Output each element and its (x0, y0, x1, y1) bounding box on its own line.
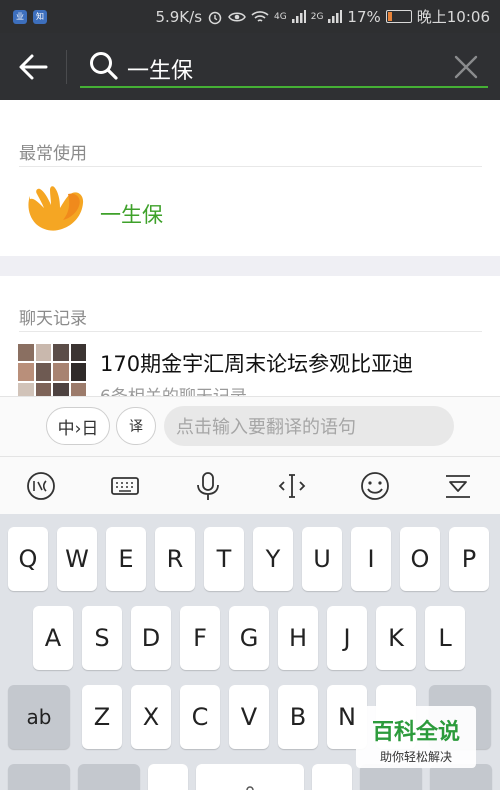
signal-icon (328, 10, 343, 23)
search-icon (90, 52, 118, 80)
frequent-section-label: 最常使用 (19, 144, 87, 164)
voice-input-icon (246, 786, 254, 790)
cursor-move-icon[interactable] (275, 470, 309, 502)
key-o[interactable]: O (400, 527, 440, 591)
microphone-icon[interactable] (191, 470, 225, 502)
search-input[interactable]: 一生保 (127, 53, 193, 85)
frequent-app-name[interactable]: 一生保 (100, 199, 163, 229)
key-a[interactable]: A (33, 606, 73, 670)
keyboard-icon[interactable] (108, 470, 142, 502)
comma-key[interactable] (148, 764, 188, 790)
section-gap (0, 256, 500, 276)
translate-button[interactable]: 译 (116, 407, 156, 445)
battery-percent: 17% (347, 7, 381, 26)
chats-section-label: 聊天记录 (19, 309, 87, 329)
eye-icon (228, 12, 246, 21)
key-i[interactable]: I (351, 527, 391, 591)
notification-icon: 业 (13, 9, 27, 24)
emoji-icon[interactable] (358, 470, 392, 502)
alarm-icon (208, 11, 222, 24)
keyboard-toolbar (0, 456, 500, 514)
zhihu-notification-icon: 知 (33, 9, 47, 24)
translate-button-label: 译 (129, 419, 143, 435)
case-toggle-key[interactable]: ab (8, 685, 70, 749)
key-d[interactable]: D (131, 606, 171, 670)
status-bar: 业 知 5.9K/s 4G 2G 17% 晚上10:06 (0, 0, 500, 33)
key-v[interactable]: V (229, 685, 269, 749)
language-switch-button[interactable]: 中›日 (46, 407, 110, 445)
network-type-1: 4G (274, 11, 287, 22)
translate-input[interactable]: 点击输入要翻译的语句 (164, 406, 454, 446)
key-f[interactable]: F (180, 606, 220, 670)
key-g[interactable]: G (229, 606, 269, 670)
chat-result-subtitle: 6条相关的聊天记录 (100, 382, 247, 396)
key-s[interactable]: S (82, 606, 122, 670)
symbols-key[interactable] (8, 764, 70, 790)
network-speed: 5.9K/s (155, 7, 203, 26)
key-p[interactable]: P (449, 527, 489, 591)
translate-bar: 中›日 译 点击输入要翻译的语句 (0, 396, 500, 456)
battery-icon (385, 10, 412, 23)
key-c[interactable]: C (180, 685, 220, 749)
space-key[interactable] (196, 764, 304, 790)
collapse-keyboard-icon[interactable] (441, 470, 475, 502)
wifi-icon (251, 10, 269, 22)
key-b[interactable]: B (278, 685, 318, 749)
search-header: 一生保 (0, 33, 500, 100)
key-x[interactable]: X (131, 685, 171, 749)
clear-search-icon[interactable] (453, 54, 479, 80)
search-input-underline (80, 86, 488, 88)
key-u[interactable]: U (302, 527, 342, 591)
key-q[interactable]: Q (8, 527, 48, 591)
header-divider (66, 50, 67, 84)
key-r[interactable]: R (155, 527, 195, 591)
watermark-subtitle: 助你轻松解决 (379, 750, 452, 764)
number-key[interactable] (78, 764, 140, 790)
key-w[interactable]: W (57, 527, 97, 591)
key-z[interactable]: Z (82, 685, 122, 749)
yishengbao-logo-icon[interactable] (18, 186, 86, 236)
key-t[interactable]: T (204, 527, 244, 591)
ime-logo-icon[interactable] (24, 470, 58, 502)
network-type-2: 2G (310, 11, 324, 22)
watermark-logo: 百科全说 助你轻松解决 (356, 706, 476, 768)
clock: 晚上10:06 (416, 8, 490, 26)
key-l[interactable]: L (425, 606, 465, 670)
period-key[interactable] (312, 764, 352, 790)
divider (19, 331, 482, 332)
signal-icon (291, 10, 306, 23)
key-e[interactable]: E (106, 527, 146, 591)
chat-result-title[interactable]: 170期金宇汇周末论坛参观比亚迪 (100, 348, 413, 378)
back-arrow-icon[interactable] (16, 51, 50, 83)
divider (19, 166, 482, 167)
key-h[interactable]: H (278, 606, 318, 670)
group-avatar[interactable] (18, 344, 86, 400)
key-k[interactable]: K (376, 606, 416, 670)
watermark-title: 百科全说 (371, 720, 460, 745)
key-j[interactable]: J (327, 606, 367, 670)
key-y[interactable]: Y (253, 527, 293, 591)
